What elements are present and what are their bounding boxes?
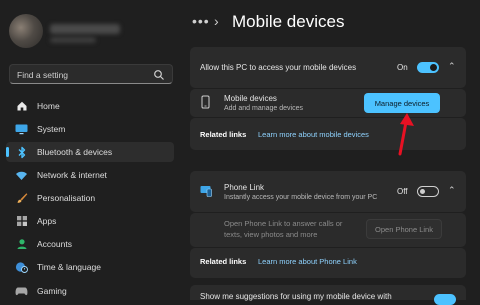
open-phone-link-text-line1: Open Phone Link to answer calls or: [224, 219, 343, 228]
sidebar-item-home[interactable]: Home: [6, 96, 174, 116]
sidebar-item-system[interactable]: System: [6, 119, 174, 139]
open-phone-link-text-line2: texts, view photos and more: [224, 230, 318, 239]
search-input[interactable]: Find a setting: [9, 64, 173, 84]
phone-icon: [201, 95, 210, 114]
home-icon: [15, 100, 28, 113]
related-links-label: Related links: [200, 130, 247, 139]
phone-link-toggle-state: Off: [397, 187, 408, 196]
selected-indicator: [6, 147, 9, 157]
phone-link-subtitle: Instantly access your mobile device from…: [224, 194, 378, 201]
learn-more-mobile-devices-link[interactable]: Learn more about mobile devices: [258, 130, 369, 139]
mobile-access-label: Allow this PC to access your mobile devi…: [200, 63, 357, 72]
learn-more-phone-link-link[interactable]: Learn more about Phone Link: [258, 257, 357, 266]
related-links-label: Related links: [200, 257, 247, 266]
sidebar-item-label: Gaming: [37, 286, 67, 296]
page-title: Mobile devices: [232, 12, 345, 31]
sidebar-item-network[interactable]: Network & internet: [6, 165, 174, 185]
apps-icon: [15, 215, 28, 228]
avatar[interactable]: [9, 14, 43, 48]
chevron-up-icon[interactable]: ⌃: [448, 185, 456, 196]
search-icon[interactable]: [153, 69, 165, 81]
sidebar-item-label: Apps: [37, 216, 57, 226]
sidebar-item-time-language[interactable]: Time & language: [6, 257, 174, 277]
chevron-up-icon[interactable]: ⌃: [448, 61, 456, 72]
wifi-icon: [15, 169, 28, 182]
globe-clock-icon: [15, 261, 28, 274]
sidebar-item-label: Time & language: [37, 262, 101, 272]
phone-link-toggle[interactable]: [417, 186, 439, 197]
mobile-devices-subtitle: Add and manage devices: [224, 105, 303, 112]
breadcrumb-more-button[interactable]: •••: [192, 13, 210, 29]
sidebar-item-personalisation[interactable]: Personalisation: [6, 188, 174, 208]
sidebar-item-label: Accounts: [37, 239, 72, 249]
sidebar-item-bluetooth-devices[interactable]: Bluetooth & devices: [6, 142, 174, 162]
mobile-access-toggle[interactable]: [417, 62, 439, 73]
brush-icon: [15, 192, 28, 205]
monitor-icon: [15, 123, 28, 136]
sidebar-item-label: System: [37, 124, 66, 134]
mobile-access-toggle-state: On: [397, 63, 408, 72]
sidebar-item-label: Home: [37, 101, 60, 111]
sidebar-item-label: Bluetooth & devices: [37, 147, 113, 157]
annotation-arrow: [398, 113, 414, 156]
search-placeholder: Find a setting: [17, 70, 69, 80]
sidebar-item-label: Personalisation: [37, 193, 96, 203]
person-icon: [15, 238, 28, 251]
sidebar-item-label: Network & internet: [37, 170, 107, 180]
bluetooth-icon: [15, 146, 28, 159]
open-phone-link-button[interactable]: Open Phone Link: [366, 219, 442, 239]
breadcrumb-chevron-icon: ›: [214, 13, 219, 29]
user-email-blurred: [50, 37, 96, 43]
gamepad-icon: [15, 285, 28, 298]
phone-link-icon: [200, 184, 212, 202]
phone-link-title: Phone Link: [224, 183, 265, 192]
mobile-devices-title: Mobile devices: [224, 94, 277, 103]
sidebar-item-gaming[interactable]: Gaming: [6, 281, 174, 301]
user-name-blurred: [50, 24, 120, 34]
sidebar-item-apps[interactable]: Apps: [6, 211, 174, 231]
sidebar-item-accounts[interactable]: Accounts: [6, 234, 174, 254]
